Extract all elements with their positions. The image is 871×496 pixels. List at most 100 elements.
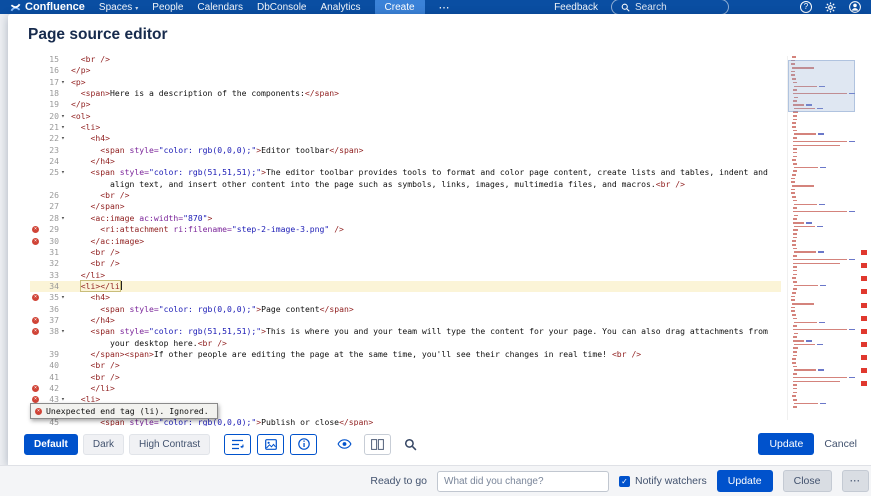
fold-arrow-icon[interactable]: ▾ xyxy=(59,292,71,303)
code-text[interactable]: <span style="color: rgb(51,51,51);">The … xyxy=(71,167,781,190)
code-text[interactable]: <ol> xyxy=(71,111,781,122)
cancel-button[interactable]: Cancel xyxy=(824,438,857,450)
code-line[interactable]: 33 </li> xyxy=(30,270,781,281)
code-text[interactable]: </span><span>If other people are editing… xyxy=(71,349,781,360)
code-text[interactable]: <h4> xyxy=(71,292,781,303)
code-text[interactable]: </p> xyxy=(71,99,781,110)
code-text[interactable]: <br /> xyxy=(71,190,781,201)
settings-gear-icon[interactable] xyxy=(825,2,836,13)
preview-button[interactable] xyxy=(331,434,358,455)
fold-arrow-icon[interactable]: ▾ xyxy=(59,167,71,178)
code-text[interactable]: <ri:attachment ri:filename="step-2-image… xyxy=(71,224,781,235)
code-line[interactable]: 32 <br /> xyxy=(30,258,781,269)
code-line[interactable]: 36 <span style="color: rgb(0,0,0);">Page… xyxy=(30,304,781,315)
code-line[interactable]: 15 <br /> xyxy=(30,54,781,65)
wrap-lines-button[interactable] xyxy=(224,434,251,455)
code-line[interactable]: 19</p> xyxy=(30,99,781,110)
code-text[interactable]: <span style="color: rgb(51,51,51);">This… xyxy=(71,326,781,349)
code-text[interactable]: </ac:image> xyxy=(71,236,781,247)
code-line[interactable]: 39 </span><span>If other people are edit… xyxy=(30,349,781,360)
version-comment-input[interactable] xyxy=(437,471,609,492)
fold-arrow-icon[interactable]: ▾ xyxy=(59,122,71,133)
code-text[interactable]: <span style="color: rgb(0,0,0);">Page co… xyxy=(71,304,781,315)
code-line[interactable]: 20▾<ol> xyxy=(30,111,781,122)
fold-arrow-icon[interactable]: ▾ xyxy=(59,77,71,88)
code-text[interactable]: <br /> xyxy=(71,258,781,269)
create-button[interactable]: Create xyxy=(375,0,425,14)
code-text[interactable]: <br /> xyxy=(71,372,781,383)
line-number: 33 xyxy=(41,270,59,281)
code-line[interactable]: ×30 </ac:image> xyxy=(30,236,781,247)
feedback-link[interactable]: Feedback xyxy=(554,2,598,13)
footer-update-button[interactable]: Update xyxy=(717,470,773,492)
code-text[interactable]: </span> xyxy=(71,201,781,212)
confluence-logo[interactable]: Confluence xyxy=(10,1,85,13)
code-line[interactable]: 25▾ <span style="color: rgb(51,51,51);">… xyxy=(30,167,781,190)
code-editor[interactable]: × Unexpected end tag (li). Ignored. 15 <… xyxy=(8,52,871,426)
split-view-button[interactable] xyxy=(364,434,391,455)
code-text[interactable]: <p> xyxy=(71,77,781,88)
fold-arrow-icon[interactable]: ▾ xyxy=(59,326,71,337)
fold-arrow-icon[interactable]: ▾ xyxy=(59,133,71,144)
code-text[interactable]: <h4> xyxy=(71,133,781,144)
code-text[interactable]: <span style="color: rgb(0,0,0);">Editor … xyxy=(71,145,781,156)
code-line[interactable]: ×42 </li> xyxy=(30,383,781,394)
minimap[interactable] xyxy=(787,56,855,420)
code-text[interactable]: </li> xyxy=(71,270,781,281)
update-button[interactable]: Update xyxy=(758,433,814,455)
code-text[interactable]: </h4> xyxy=(71,315,781,326)
theme-default-button[interactable]: Default xyxy=(24,434,78,455)
code-text[interactable]: <br /> xyxy=(71,360,781,371)
info-button[interactable] xyxy=(290,434,317,455)
nav-item-calendars[interactable]: Calendars xyxy=(197,2,243,13)
nav-item-analytics[interactable]: Analytics xyxy=(321,2,361,13)
code-text[interactable]: <li></li xyxy=(71,281,781,292)
code-line[interactable]: ×35▾ <h4> xyxy=(30,292,781,303)
nav-item-dbconsole[interactable]: DbConsole xyxy=(257,2,306,13)
fold-arrow-icon[interactable]: ▾ xyxy=(59,213,71,224)
code-line[interactable]: 24 </h4> xyxy=(30,156,781,167)
minimap-viewport[interactable] xyxy=(788,60,855,112)
code-line[interactable]: ×37 </h4> xyxy=(30,315,781,326)
footer-more-button[interactable]: ⋯ xyxy=(842,470,870,492)
code-text[interactable]: </p> xyxy=(71,65,781,76)
code-line[interactable]: ×29 <ri:attachment ri:filename="step-2-i… xyxy=(30,224,781,235)
footer-close-button[interactable]: Close xyxy=(783,470,832,492)
code-text[interactable]: <li> xyxy=(71,122,781,133)
nav-item-spaces[interactable]: Spaces▾ xyxy=(99,2,138,13)
code-line[interactable]: 41 <br /> xyxy=(30,372,781,383)
code-line[interactable]: 17▾<p> xyxy=(30,77,781,88)
code-line[interactable]: 40 <br /> xyxy=(30,360,781,371)
scrollbar-error-marks[interactable] xyxy=(861,52,868,426)
nav-item-people[interactable]: People xyxy=(152,2,183,13)
theme-high-contrast-button[interactable]: High Contrast xyxy=(129,434,210,455)
search-icon xyxy=(621,3,630,12)
code-line[interactable]: 28▾ <ac:image ac:width="870"> xyxy=(30,213,781,224)
code-line[interactable]: 21▾ <li> xyxy=(30,122,781,133)
code-line[interactable]: 27 </span> xyxy=(30,201,781,212)
nav-more-button[interactable]: ⋯ xyxy=(439,1,451,14)
code-text[interactable]: <br /> xyxy=(71,54,781,65)
fold-arrow-icon[interactable]: ▾ xyxy=(59,111,71,122)
help-icon[interactable]: ? xyxy=(800,1,812,13)
code-line[interactable]: 18 <span>Here is a description of the co… xyxy=(30,88,781,99)
code-text[interactable]: </h4> xyxy=(71,156,781,167)
code-line[interactable]: 22▾ <h4> xyxy=(30,133,781,144)
code-line[interactable]: 34 <li></li xyxy=(30,281,781,292)
line-number: 39 xyxy=(41,349,59,360)
theme-dark-button[interactable]: Dark xyxy=(83,434,124,455)
user-avatar[interactable] xyxy=(849,1,861,13)
image-frame-button[interactable] xyxy=(257,434,284,455)
notify-watchers-checkbox[interactable]: ✓ xyxy=(619,476,630,487)
code-line[interactable]: 31 <br /> xyxy=(30,247,781,258)
code-line[interactable]: 16</p> xyxy=(30,65,781,76)
code-line[interactable]: 26 <br /> xyxy=(30,190,781,201)
code-text[interactable]: </li> xyxy=(71,383,781,394)
search-input[interactable]: Search xyxy=(611,0,729,14)
search-code-button[interactable] xyxy=(397,434,424,455)
code-line[interactable]: ×38▾ <span style="color: rgb(51,51,51);"… xyxy=(30,326,781,349)
code-text[interactable]: <br /> xyxy=(71,247,781,258)
code-text[interactable]: <span>Here is a description of the compo… xyxy=(71,88,781,99)
code-text[interactable]: <ac:image ac:width="870"> xyxy=(71,213,781,224)
code-line[interactable]: 23 <span style="color: rgb(0,0,0);">Edit… xyxy=(30,145,781,156)
